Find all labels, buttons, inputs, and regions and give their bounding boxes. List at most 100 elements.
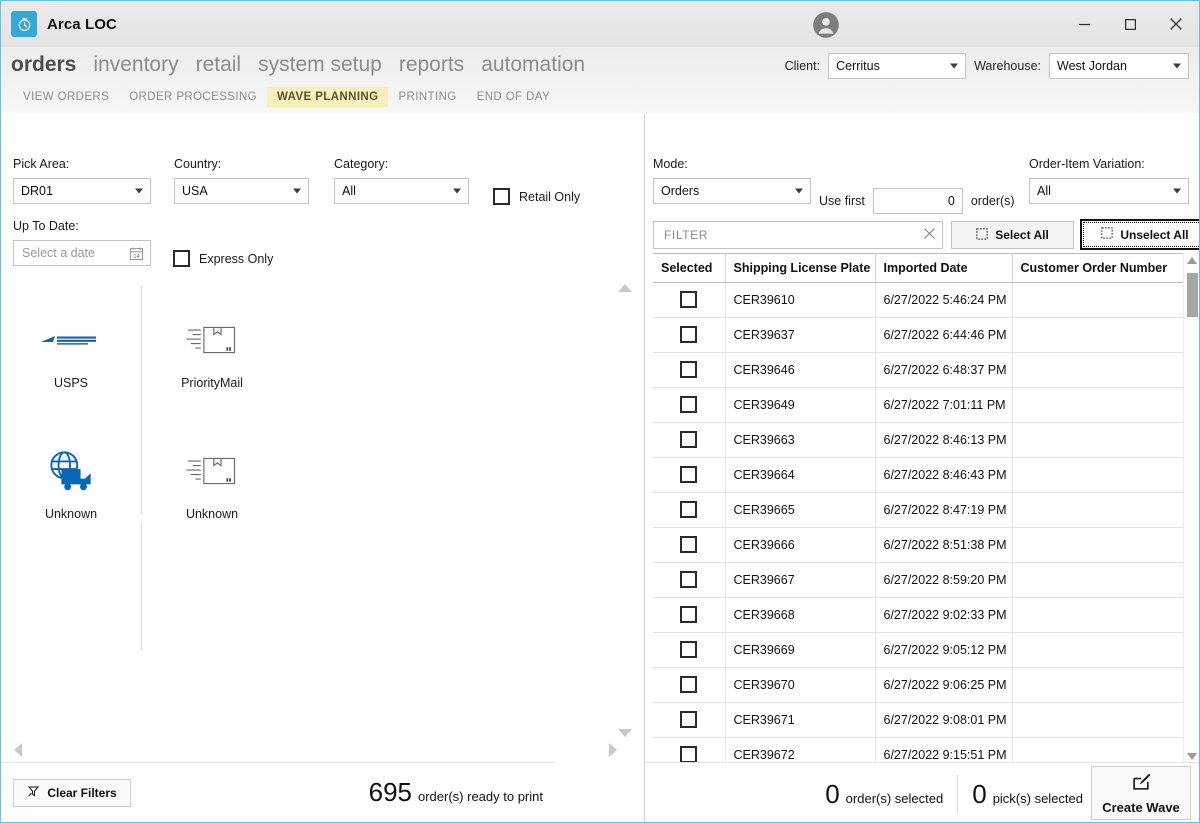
table-row[interactable]: CER39646 6/27/2022 6:48:37 PM <box>653 352 1193 388</box>
row-checkbox[interactable] <box>680 746 698 763</box>
row-selected-cell[interactable] <box>653 282 726 318</box>
subnav-view-orders[interactable]: VIEW ORDERS <box>13 87 119 107</box>
chevron-down-icon <box>1173 63 1181 69</box>
column-header-selected[interactable]: Selected <box>653 254 726 283</box>
table-scroll-up-arrow[interactable] <box>1187 257 1197 264</box>
carrier-scroll-right-arrow[interactable] <box>609 743 617 757</box>
country-dropdown[interactable]: USA <box>174 178 309 204</box>
subnav-order-processing[interactable]: ORDER PROCESSING <box>119 87 267 107</box>
table-row[interactable]: CER39665 6/27/2022 8:47:19 PM <box>653 492 1193 528</box>
up-to-date-input[interactable]: Select a date 14 <box>13 240 151 266</box>
row-checkbox[interactable] <box>680 641 698 658</box>
table-row[interactable]: CER39668 6/27/2022 9:02:33 PM <box>653 597 1193 633</box>
carrier-tile-usps[interactable]: USPS <box>1 286 141 416</box>
row-checkbox[interactable] <box>680 396 698 413</box>
maximize-icon[interactable] <box>1107 1 1153 47</box>
row-selected-cell[interactable] <box>653 492 726 528</box>
clear-filters-button[interactable]: Clear Filters <box>13 779 131 807</box>
table-scroll-thumb[interactable] <box>1187 273 1198 317</box>
close-icon[interactable] <box>1153 1 1199 47</box>
row-selected-cell[interactable] <box>653 422 726 458</box>
ready-label: order(s) ready to print <box>418 789 543 804</box>
row-checkbox[interactable] <box>680 361 698 378</box>
retail-only-row[interactable]: Retail Only <box>493 188 580 205</box>
row-selected-cell[interactable] <box>653 352 726 388</box>
table-row[interactable]: CER39666 6/27/2022 8:51:38 PM <box>653 527 1193 563</box>
select-all-button[interactable]: Select All <box>951 221 1074 249</box>
table-vertical-scrollbar[interactable] <box>1183 253 1199 764</box>
table-row[interactable]: CER39671 6/27/2022 9:08:01 PM <box>653 702 1193 738</box>
column-header-imported-date[interactable]: Imported Date <box>875 254 1013 283</box>
table-row[interactable]: CER39669 6/27/2022 9:05:12 PM <box>653 632 1193 668</box>
category-dropdown[interactable]: All <box>334 178 469 204</box>
table-row[interactable]: CER39670 6/27/2022 9:06:25 PM <box>653 667 1193 703</box>
carrier-tile-prioritymail[interactable]: PriorityMail <box>142 286 282 416</box>
row-checkbox[interactable] <box>680 501 698 518</box>
express-only-checkbox[interactable] <box>173 250 190 267</box>
carrier-scroll-up-arrow[interactable] <box>618 284 632 292</box>
nav-reports[interactable]: reports <box>399 53 464 77</box>
row-selected-cell[interactable] <box>653 527 726 563</box>
row-customer-order-number <box>1012 352 1193 388</box>
client-dropdown[interactable]: Cerritus <box>828 53 967 79</box>
table-row[interactable]: CER39663 6/27/2022 8:46:13 PM <box>653 422 1193 458</box>
row-selected-cell[interactable] <box>653 737 726 764</box>
retail-only-checkbox[interactable] <box>493 188 510 205</box>
nav-inventory[interactable]: inventory <box>93 53 178 77</box>
carrier-label: Unknown <box>185 507 239 521</box>
country-value: USA <box>182 184 208 198</box>
globe-truck-icon <box>46 443 96 499</box>
nav-system-setup[interactable]: system setup <box>258 53 382 77</box>
carrier-tile-unknown-2[interactable]: Unknown <box>142 417 282 547</box>
clear-x-icon[interactable] <box>923 227 936 243</box>
row-checkbox[interactable] <box>680 606 698 623</box>
row-checkbox[interactable] <box>680 676 698 693</box>
row-checkbox[interactable] <box>680 466 698 483</box>
table-row[interactable]: CER39649 6/27/2022 7:01:11 PM <box>653 387 1193 423</box>
row-checkbox[interactable] <box>680 431 698 448</box>
row-checkbox[interactable] <box>680 326 698 343</box>
table-row[interactable]: CER39664 6/27/2022 8:46:43 PM <box>653 457 1193 493</box>
row-checkbox[interactable] <box>680 536 698 553</box>
express-only-row[interactable]: Express Only <box>173 250 273 267</box>
row-checkbox[interactable] <box>680 291 698 308</box>
unselect-all-button[interactable]: Unselect All <box>1080 219 1199 250</box>
filter-input[interactable]: FILTER <box>653 221 943 249</box>
user-account-icon[interactable] <box>812 11 840 39</box>
carrier-scroll-left-arrow[interactable] <box>14 743 22 757</box>
table-row[interactable]: CER39610 6/27/2022 5:46:24 PM <box>653 282 1193 318</box>
table-row[interactable]: CER39637 6/27/2022 6:44:46 PM <box>653 317 1193 353</box>
row-selected-cell[interactable] <box>653 562 726 598</box>
row-selected-cell[interactable] <box>653 667 726 703</box>
create-wave-button[interactable]: Create Wave <box>1091 766 1191 820</box>
row-selected-cell[interactable] <box>653 457 726 493</box>
table-scroll-down-arrow[interactable] <box>1187 753 1197 760</box>
row-customer-order-number <box>1012 737 1193 764</box>
subnav-end-of-day[interactable]: END OF DAY <box>467 87 560 107</box>
subnav-printing[interactable]: PRINTING <box>388 87 466 107</box>
row-selected-cell[interactable] <box>653 387 726 423</box>
row-checkbox[interactable] <box>680 711 698 728</box>
nav-automation[interactable]: automation <box>481 53 585 77</box>
row-selected-cell[interactable] <box>653 702 726 738</box>
carrier-scroll-down-arrow[interactable] <box>618 729 632 737</box>
subnav-wave-planning[interactable]: WAVE PLANNING <box>267 87 389 107</box>
row-selected-cell[interactable] <box>653 317 726 353</box>
carrier-tile-unknown-1[interactable]: Unknown <box>1 417 141 547</box>
row-checkbox[interactable] <box>680 571 698 588</box>
table-row[interactable]: CER39667 6/27/2022 8:59:20 PM <box>653 562 1193 598</box>
pick-area-dropdown[interactable]: DR01 <box>13 178 151 204</box>
warehouse-dropdown[interactable]: West Jordan <box>1049 53 1189 79</box>
nav-orders[interactable]: orders <box>11 53 76 77</box>
row-selected-cell[interactable] <box>653 597 726 633</box>
mode-dropdown[interactable]: Orders <box>653 178 811 204</box>
column-header-customer-order-number[interactable]: Customer Order Number <box>1012 254 1193 283</box>
order-item-variation-dropdown[interactable]: All <box>1029 178 1189 204</box>
row-selected-cell[interactable] <box>653 632 726 668</box>
minimize-icon[interactable] <box>1061 1 1107 47</box>
table-row[interactable]: CER39672 6/27/2022 9:15:51 PM <box>653 737 1193 764</box>
column-header-shipping-license-plate[interactable]: Shipping License Plate <box>725 254 876 283</box>
nav-retail[interactable]: retail <box>196 53 242 77</box>
calendar-icon[interactable]: 14 <box>129 246 144 264</box>
use-first-input[interactable]: 0 <box>872 188 963 214</box>
